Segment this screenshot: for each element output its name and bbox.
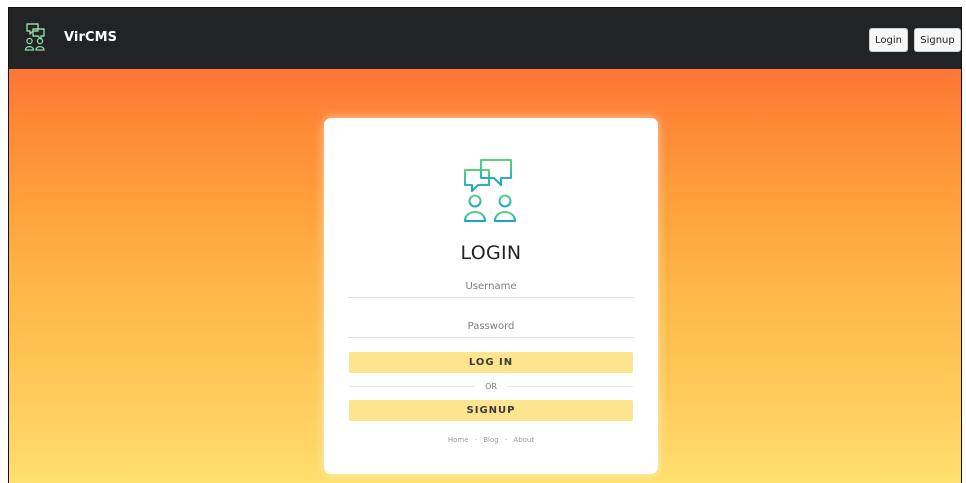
signup-button[interactable]: SIGNUP bbox=[349, 400, 633, 421]
footer-link-blog[interactable]: Blog bbox=[483, 436, 498, 444]
divider-line-left bbox=[349, 385, 476, 387]
gradient-background: LOGIN LOG IN OR SIGNUP Home · Blog · Abo… bbox=[9, 69, 961, 483]
top-navbar: VirCMS Login Signup bbox=[9, 8, 961, 69]
footer-separator: · bbox=[504, 436, 508, 444]
footer-link-home[interactable]: Home bbox=[448, 436, 469, 444]
brand-logo-icon[interactable] bbox=[24, 22, 46, 52]
app-window: VirCMS Login Signup LOGIN Username LOG I… bbox=[8, 7, 962, 483]
divider-line-right bbox=[506, 385, 634, 387]
divider-text: OR bbox=[485, 381, 497, 391]
brand-name[interactable]: VirCMS bbox=[64, 30, 117, 45]
or-divider: OR bbox=[349, 377, 634, 395]
footer-link-about[interactable]: About bbox=[513, 436, 534, 444]
nav-signup-button[interactable]: Signup bbox=[914, 28, 961, 52]
login-button[interactable]: LOG IN bbox=[349, 352, 633, 373]
login-card: LOGIN LOG IN OR SIGNUP Home · Blog · Abo… bbox=[324, 118, 658, 474]
chat-people-logo-icon bbox=[464, 159, 516, 222]
footer-links: Home · Blog · About bbox=[324, 436, 658, 444]
nav-login-button[interactable]: Login bbox=[869, 28, 908, 52]
footer-separator: · bbox=[474, 436, 477, 444]
username-input[interactable] bbox=[348, 276, 634, 298]
password-input[interactable] bbox=[348, 316, 634, 338]
login-title: LOGIN bbox=[460, 242, 522, 264]
